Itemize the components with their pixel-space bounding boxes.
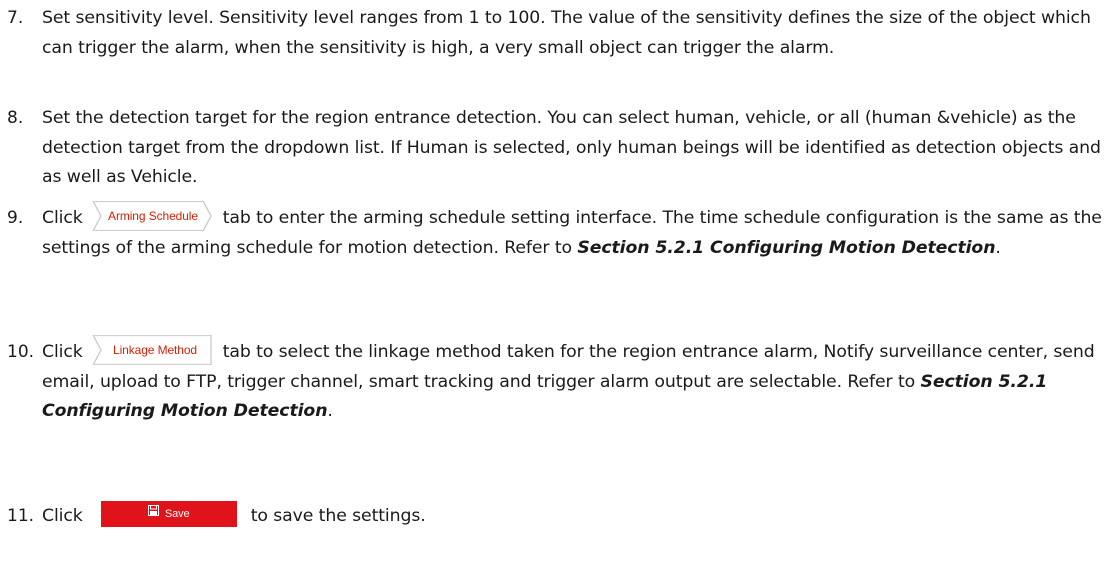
step-number: 9. [7,208,24,228]
step-number: 11. [7,506,35,526]
step-text-lead: Click [42,342,83,362]
floppy-disk-icon [147,500,159,526]
arming-schedule-tab[interactable]: Arming Schedule [91,201,215,231]
step-number: 7. [7,8,24,28]
save-button-label: Save [164,508,190,520]
step-text: Set the detection target for the region … [42,108,1101,187]
step-7: 7. Set sensitivity level. Sensitivity le… [0,4,1112,63]
step-text: Click Arming Schedule tab to enter the a… [42,201,1112,263]
step-text-end: . [327,401,333,421]
linkage-method-tab[interactable]: Linkage Method [91,335,215,365]
linkage-method-tab-label: Linkage Method [113,343,197,357]
step-8: 8. Set the detection target for the regi… [0,104,1112,193]
arming-schedule-tab-label: Arming Schedule [108,209,198,223]
step-10: 10. Click Linkage Method tab to select t… [0,335,1112,427]
section-reference: Section 5.2.1 Configuring Motion Detecti… [577,237,996,258]
step-text-body: to save the settings. [250,506,426,526]
document-page: 7. Set sensitivity level. Sensitivity le… [0,0,1117,563]
step-text-lead: Click [42,506,83,526]
step-text-lead: Click [42,208,83,228]
step-text: Click Save to save the settings. [42,500,1112,532]
step-11: 11. Click Save to save the settings. [0,500,1112,532]
step-9: 9. Click Arming Schedule tab to enter th… [0,201,1112,263]
step-text-end: . [995,237,1001,258]
step-text: Click Linkage Method tab to select the l… [42,335,1112,427]
save-button[interactable]: Save [100,500,237,527]
step-number: 8. [7,108,24,128]
step-number: 10. [7,342,35,362]
step-text: Set sensitivity level. Sensitivity level… [42,8,1091,58]
